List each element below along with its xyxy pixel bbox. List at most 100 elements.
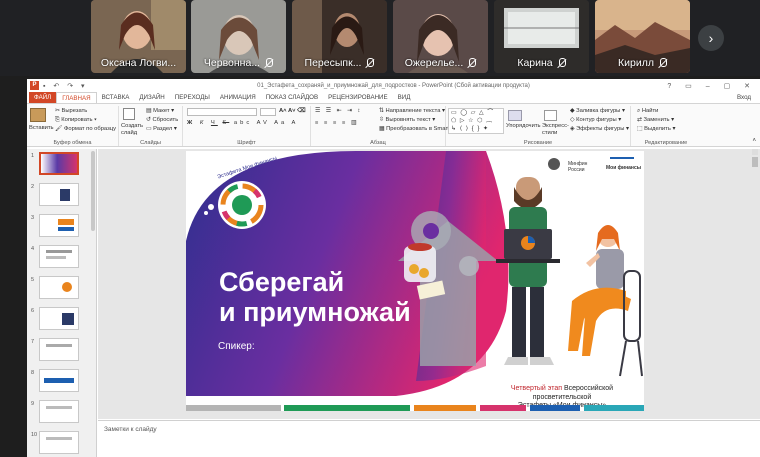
participant-name: Оксана Логви... xyxy=(100,57,177,69)
slide-thumbnail[interactable] xyxy=(39,431,79,454)
font-size-select[interactable] xyxy=(260,108,276,118)
slide-number: 2 xyxy=(31,184,35,190)
slide-thumbnail[interactable] xyxy=(39,245,79,268)
slide-thumbnail[interactable] xyxy=(39,400,79,423)
copy-button[interactable]: ⎘ Копировать ▾ xyxy=(55,117,97,124)
text-direction-button[interactable]: ⇅ Направление текста ▾ xyxy=(379,108,445,114)
replace-button[interactable]: ⇄ Заменить ▾ xyxy=(637,117,674,123)
align-text-button[interactable]: ⇳ Выровнять текст ▾ xyxy=(379,117,435,123)
minfin-logo-text: Минфин России xyxy=(568,161,588,173)
font-group: A˄ A˅ ⌫ Ж К Ч S abc AV Aa A Шрифт xyxy=(183,106,311,146)
format-painter-button[interactable]: 🖌 Формат по образцу xyxy=(55,126,116,132)
tab-design[interactable]: ДИЗАЙН xyxy=(134,92,169,103)
mic-muted-icon xyxy=(365,57,375,69)
list-buttons[interactable]: ☰ ☰ ⇤ ⇥ ↕ xyxy=(315,108,362,114)
slide-thumbnail[interactable] xyxy=(39,183,79,206)
paste-icon xyxy=(30,108,46,122)
participant-tile[interactable]: Кирилл xyxy=(595,0,690,73)
slide-number: 9 xyxy=(31,401,35,407)
slide-thumbnail[interactable] xyxy=(39,214,79,237)
tab-animation[interactable]: АНИМАЦИЯ xyxy=(215,92,261,103)
arrange-icon xyxy=(508,110,522,121)
mic-muted-icon xyxy=(557,57,566,69)
color-bar xyxy=(584,405,644,411)
collapse-ribbon-icon[interactable]: ˄ xyxy=(752,138,756,144)
slide-number: 6 xyxy=(31,308,35,314)
participant-name: Ожерелье... xyxy=(393,57,488,69)
slide-editor: Эстафета Мои финансы Минфин России Мои ф… xyxy=(98,149,760,419)
speaker-label: Спикер: xyxy=(218,341,255,352)
group-label: Буфер обмена xyxy=(53,140,92,146)
quick-styles-button[interactable]: Экспресс-стили xyxy=(542,123,569,137)
slides-group: Создать слайд ▤ Макет ▾ ↺ Сбросить ▭ Раз… xyxy=(119,106,183,146)
slide-number: 5 xyxy=(31,277,35,283)
reset-button[interactable]: ↺ Сбросить xyxy=(146,117,178,123)
participant-name: Червонна... xyxy=(191,57,286,69)
group-label: Рисование xyxy=(523,140,553,146)
new-slide-icon xyxy=(123,108,135,120)
editing-group: ⌕ Найти ⇄ Заменить ▾ ⬚ Выделить ▾ Редакт… xyxy=(631,106,701,146)
participants-strip: Оксана Логви... Червонна... Пересыпк... xyxy=(0,0,760,76)
color-bar xyxy=(414,405,476,411)
clipboard-group: Вставить ✂ Вырезать ⎘ Копировать ▾ 🖌 Фор… xyxy=(27,106,119,146)
tab-view[interactable]: ВИД xyxy=(393,92,416,103)
login-link[interactable]: Вход xyxy=(732,92,756,103)
shapes-gallery[interactable]: ▭ ◯ ▱ △ ⌒ ⬠ ▷ ☆ ⬡ ︷ ↳ ⟨ ⟩ { } ✦ xyxy=(448,108,504,134)
notes-placeholder: Заметки к слайду xyxy=(104,426,157,433)
paragraph-group: ☰ ☰ ⇤ ⇥ ↕ ≡ ≡ ≡ ≡ ▥ ⇅ Направление текста… xyxy=(311,106,461,146)
slide-thumbnail[interactable] xyxy=(39,369,79,392)
tab-review[interactable]: РЕЦЕНЗИРОВАНИЕ xyxy=(323,92,393,103)
group-label: Абзац xyxy=(370,140,386,146)
paste-button[interactable]: Вставить xyxy=(29,125,54,131)
layout-button[interactable]: ▤ Макет ▾ xyxy=(146,108,174,114)
new-slide-button[interactable]: Создать слайд xyxy=(121,123,145,137)
arrange-button[interactable]: Упорядочить xyxy=(506,123,541,129)
slide-thumbnail[interactable] xyxy=(39,276,79,299)
slide-number: 3 xyxy=(31,215,35,221)
window-controls[interactable]: ? ▭ – ▢ ✕ xyxy=(667,82,756,90)
slide-thumbnail[interactable] xyxy=(39,338,79,361)
group-label: Слайды xyxy=(140,140,161,146)
color-bar xyxy=(284,405,410,411)
font-style-buttons[interactable]: Ж К Ч S abc AV Aa A xyxy=(187,120,298,126)
mic-muted-icon xyxy=(264,57,274,69)
ribbon-tabs: ФАЙЛ ГЛАВНАЯ ВСТАВКА ДИЗАЙН ПЕРЕХОДЫ АНИ… xyxy=(27,92,760,103)
cut-button[interactable]: ✂ Вырезать xyxy=(55,108,87,114)
shape-effects-button[interactable]: ◈ Эффекты фигуры ▾ xyxy=(570,126,629,132)
section-button[interactable]: ▭ Раздел ▾ xyxy=(146,126,177,132)
title-bar: P ▪ ↶ ↷ ▾ 01_Эстафета_сохраняй_и_приумно… xyxy=(27,79,760,92)
tab-home[interactable]: ГЛАВНАЯ xyxy=(56,92,97,103)
group-label: Шрифт xyxy=(237,140,256,146)
slide-number: 7 xyxy=(31,339,35,345)
participant-tile[interactable]: Карина xyxy=(494,0,589,73)
find-button[interactable]: ⌕ Найти xyxy=(637,108,658,115)
drawing-group: ▭ ◯ ▱ △ ⌒ ⬠ ▷ ☆ ⬡ ︷ ↳ ⟨ ⟩ { } ✦ Упорядочит… xyxy=(446,106,631,146)
participant-name: Карина xyxy=(494,57,589,69)
tab-transitions[interactable]: ПЕРЕХОДЫ xyxy=(170,92,215,103)
thumbnails-scrollbar[interactable] xyxy=(91,151,95,231)
participant-tile[interactable]: Ожерелье... xyxy=(393,0,488,73)
powerpoint-window: P ▪ ↶ ↷ ▾ 01_Эстафета_сохраняй_и_приумно… xyxy=(27,79,760,457)
participant-tile[interactable]: Оксана Логви... xyxy=(91,0,186,73)
font-grow-icon[interactable]: A˄ A˅ ⌫ xyxy=(279,108,305,114)
slide-thumbnail[interactable] xyxy=(39,152,79,175)
participant-name: Пересыпк... xyxy=(292,57,387,69)
slide-scrollbar[interactable] xyxy=(752,149,758,419)
tab-file[interactable]: ФАЙЛ xyxy=(29,92,57,103)
chevron-right-icon: › xyxy=(708,30,714,46)
tab-slideshow[interactable]: ПОКАЗ СЛАЙДОВ xyxy=(261,92,323,103)
current-slide[interactable]: Эстафета Мои финансы Минфин России Мои ф… xyxy=(186,151,644,411)
select-button[interactable]: ⬚ Выделить ▾ xyxy=(637,126,675,132)
font-family-select[interactable] xyxy=(187,108,257,118)
participant-tile[interactable]: Пересыпк... xyxy=(292,0,387,73)
tab-insert[interactable]: ВСТАВКА xyxy=(97,92,135,103)
search-icon: ⌕ xyxy=(637,108,641,114)
shape-outline-button[interactable]: ◇ Контур фигуры ▾ xyxy=(570,117,621,123)
slide-thumbnail[interactable] xyxy=(39,307,79,330)
shape-fill-button[interactable]: ◆ Заливка фигуры ▾ xyxy=(570,108,625,114)
next-participants-button[interactable]: › xyxy=(698,25,724,51)
slide-number: 1 xyxy=(31,153,35,159)
align-buttons[interactable]: ≡ ≡ ≡ ≡ ▥ xyxy=(315,120,358,126)
participant-tile[interactable]: Червонна... xyxy=(191,0,286,73)
notes-pane[interactable]: Заметки к слайду xyxy=(98,420,760,457)
